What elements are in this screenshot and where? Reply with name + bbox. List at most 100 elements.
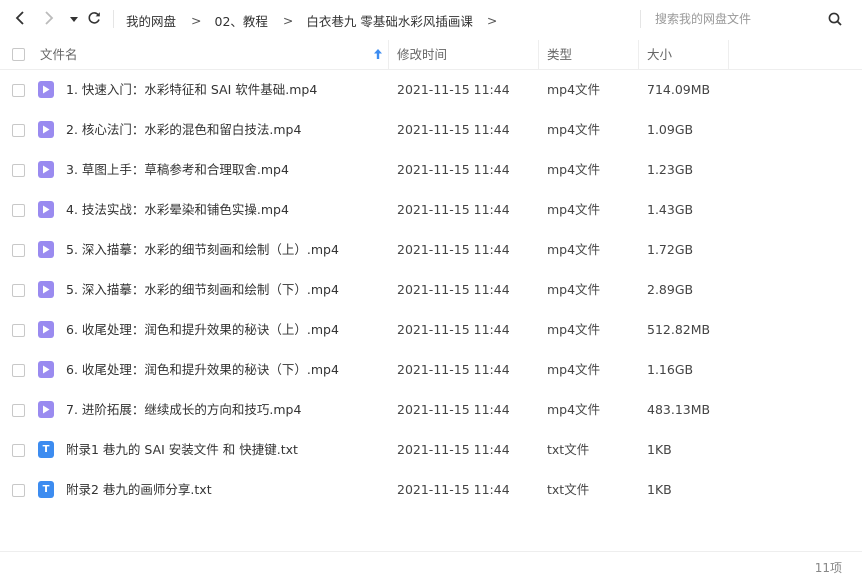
- column-header-type[interactable]: 类型: [547, 40, 572, 69]
- row-checkbox[interactable]: [12, 124, 25, 137]
- video-file-icon: [38, 361, 54, 378]
- search-button[interactable]: [825, 10, 845, 30]
- file-size: 714.09MB: [647, 82, 711, 97]
- breadcrumb-item-tutorials[interactable]: 02、教程: [215, 11, 268, 30]
- file-row[interactable]: 6. 收尾处理：润色和提升效果的秘诀（下）.mp4 2021-11-15 11:…: [0, 350, 862, 390]
- toolbar-divider: [113, 10, 114, 28]
- file-size: 1.23GB: [647, 162, 694, 177]
- file-type: txt文件: [547, 482, 590, 497]
- row-checkbox[interactable]: [12, 204, 25, 217]
- row-checkbox[interactable]: [12, 84, 25, 97]
- video-file-icon: [38, 241, 54, 258]
- file-name[interactable]: 6. 收尾处理：润色和提升效果的秘诀（下）.mp4: [66, 350, 339, 390]
- file-type: mp4文件: [547, 82, 601, 97]
- file-row[interactable]: 3. 草图上手：草稿参考和合理取舍.mp4 2021-11-15 11:44 m…: [0, 150, 862, 190]
- file-type: mp4文件: [547, 322, 601, 337]
- file-row[interactable]: 5. 深入描摹：水彩的细节刻画和绘制（下）.mp4 2021-11-15 11:…: [0, 270, 862, 310]
- breadcrumb-separator: >: [191, 13, 202, 28]
- column-divider[interactable]: [538, 40, 539, 69]
- refresh-button[interactable]: [84, 9, 104, 29]
- video-file-icon: [38, 121, 54, 138]
- column-header-modified[interactable]: 修改时间: [397, 40, 447, 69]
- file-row[interactable]: 7. 进阶拓展：继续成长的方向和技巧.mp4 2021-11-15 11:44 …: [0, 390, 862, 430]
- video-file-icon: [38, 201, 54, 218]
- column-divider[interactable]: [388, 40, 389, 69]
- file-type: mp4文件: [547, 122, 601, 137]
- column-divider[interactable]: [638, 40, 639, 69]
- row-checkbox[interactable]: [12, 404, 25, 417]
- video-file-icon: [38, 281, 54, 298]
- file-row[interactable]: 6. 收尾处理：润色和提升效果的秘诀（上）.mp4 2021-11-15 11:…: [0, 310, 862, 350]
- toolbar: 我的网盘 > 02、教程 > 白衣巷九 零基础水彩风插画课 >: [0, 0, 862, 38]
- item-count: 11项: [814, 561, 842, 575]
- row-checkbox[interactable]: [12, 284, 25, 297]
- file-modified-time: 2021-11-15 11:44: [397, 482, 510, 497]
- text-file-icon: T: [38, 481, 54, 498]
- search-input[interactable]: [655, 6, 825, 32]
- file-row[interactable]: T 附录1 巷九的 SAI 安装文件 和 快捷键.txt 2021-11-15 …: [0, 430, 862, 470]
- sort-ascending-icon[interactable]: [373, 48, 383, 60]
- row-checkbox[interactable]: [12, 444, 25, 457]
- file-name[interactable]: 4. 技法实战：水彩晕染和铺色实操.mp4: [66, 190, 289, 230]
- select-all-checkbox[interactable]: [12, 48, 25, 61]
- file-modified-time: 2021-11-15 11:44: [397, 82, 510, 97]
- row-checkbox[interactable]: [12, 244, 25, 257]
- file-row[interactable]: 2. 核心法门：水彩的混色和留白技法.mp4 2021-11-15 11:44 …: [0, 110, 862, 150]
- breadcrumb-item-course[interactable]: 白衣巷九 零基础水彩风插画课: [306, 11, 472, 30]
- refresh-icon: [87, 11, 101, 28]
- file-row[interactable]: 5. 深入描摹：水彩的细节刻画和绘制（上）.mp4 2021-11-15 11:…: [0, 230, 862, 270]
- video-file-icon: [38, 321, 54, 338]
- breadcrumb-separator: >: [282, 13, 294, 28]
- back-button[interactable]: [10, 9, 30, 29]
- row-checkbox[interactable]: [12, 484, 25, 497]
- file-size: 2.89GB: [647, 282, 694, 297]
- file-size: 512.82MB: [647, 322, 711, 337]
- file-modified-time: 2021-11-15 11:44: [397, 402, 510, 417]
- file-size: 1.16GB: [647, 362, 694, 377]
- forward-button[interactable]: [39, 9, 59, 29]
- file-row[interactable]: 1. 快速入门：水彩特征和 SAI 软件基础.mp4 2021-11-15 11…: [0, 70, 862, 110]
- file-modified-time: 2021-11-15 11:44: [397, 242, 510, 257]
- triangle-down-icon: [70, 12, 78, 26]
- file-name[interactable]: 1. 快速入门：水彩特征和 SAI 软件基础.mp4: [66, 70, 317, 110]
- file-name[interactable]: 附录1 巷九的 SAI 安装文件 和 快捷键.txt: [66, 430, 298, 470]
- file-size: 1.72GB: [647, 242, 694, 257]
- search-icon: [828, 12, 842, 29]
- breadcrumb-item-home[interactable]: 我的网盘: [126, 11, 176, 30]
- column-header-size[interactable]: 大小: [647, 40, 672, 69]
- file-name[interactable]: 5. 深入描摹：水彩的细节刻画和绘制（上）.mp4: [66, 230, 339, 270]
- file-size: 1.09GB: [647, 122, 694, 137]
- file-modified-time: 2021-11-15 11:44: [397, 122, 510, 137]
- row-checkbox[interactable]: [12, 164, 25, 177]
- breadcrumb: 我的网盘 > 02、教程 > 白衣巷九 零基础水彩风插画课 >: [126, 11, 497, 30]
- row-checkbox[interactable]: [12, 324, 25, 337]
- file-type: txt文件: [547, 442, 590, 457]
- file-size: 1KB: [647, 442, 672, 457]
- file-row[interactable]: 4. 技法实战：水彩晕染和铺色实操.mp4 2021-11-15 11:44 m…: [0, 190, 862, 230]
- column-header-name[interactable]: 文件名: [40, 40, 78, 69]
- file-type: mp4文件: [547, 242, 601, 257]
- file-type: mp4文件: [547, 202, 601, 217]
- file-modified-time: 2021-11-15 11:44: [397, 162, 510, 177]
- file-name[interactable]: 3. 草图上手：草稿参考和合理取舍.mp4: [66, 150, 289, 190]
- file-type: mp4文件: [547, 362, 601, 377]
- file-name[interactable]: 6. 收尾处理：润色和提升效果的秘诀（上）.mp4: [66, 310, 339, 350]
- file-type: mp4文件: [547, 282, 601, 297]
- file-name[interactable]: 2. 核心法门：水彩的混色和留白技法.mp4: [66, 110, 301, 150]
- file-name[interactable]: 7. 进阶拓展：继续成长的方向和技巧.mp4: [66, 390, 301, 430]
- video-file-icon: [38, 81, 54, 98]
- file-row[interactable]: T 附录2 巷九的画师分享.txt 2021-11-15 11:44 txt文件…: [0, 470, 862, 510]
- file-size: 1.43GB: [647, 202, 694, 217]
- row-checkbox[interactable]: [12, 364, 25, 377]
- file-type: mp4文件: [547, 162, 601, 177]
- file-modified-time: 2021-11-15 11:44: [397, 322, 510, 337]
- file-list: 1. 快速入门：水彩特征和 SAI 软件基础.mp4 2021-11-15 11…: [0, 70, 862, 510]
- file-name[interactable]: 5. 深入描摹：水彩的细节刻画和绘制（下）.mp4: [66, 270, 339, 310]
- search-box: [647, 6, 862, 32]
- column-divider[interactable]: [728, 40, 729, 69]
- file-size: 1KB: [647, 482, 672, 497]
- history-dropdown-button[interactable]: [64, 9, 84, 29]
- table-header: 文件名 修改时间 类型 大小: [0, 40, 862, 70]
- file-modified-time: 2021-11-15 11:44: [397, 442, 510, 457]
- file-name[interactable]: 附录2 巷九的画师分享.txt: [66, 470, 212, 510]
